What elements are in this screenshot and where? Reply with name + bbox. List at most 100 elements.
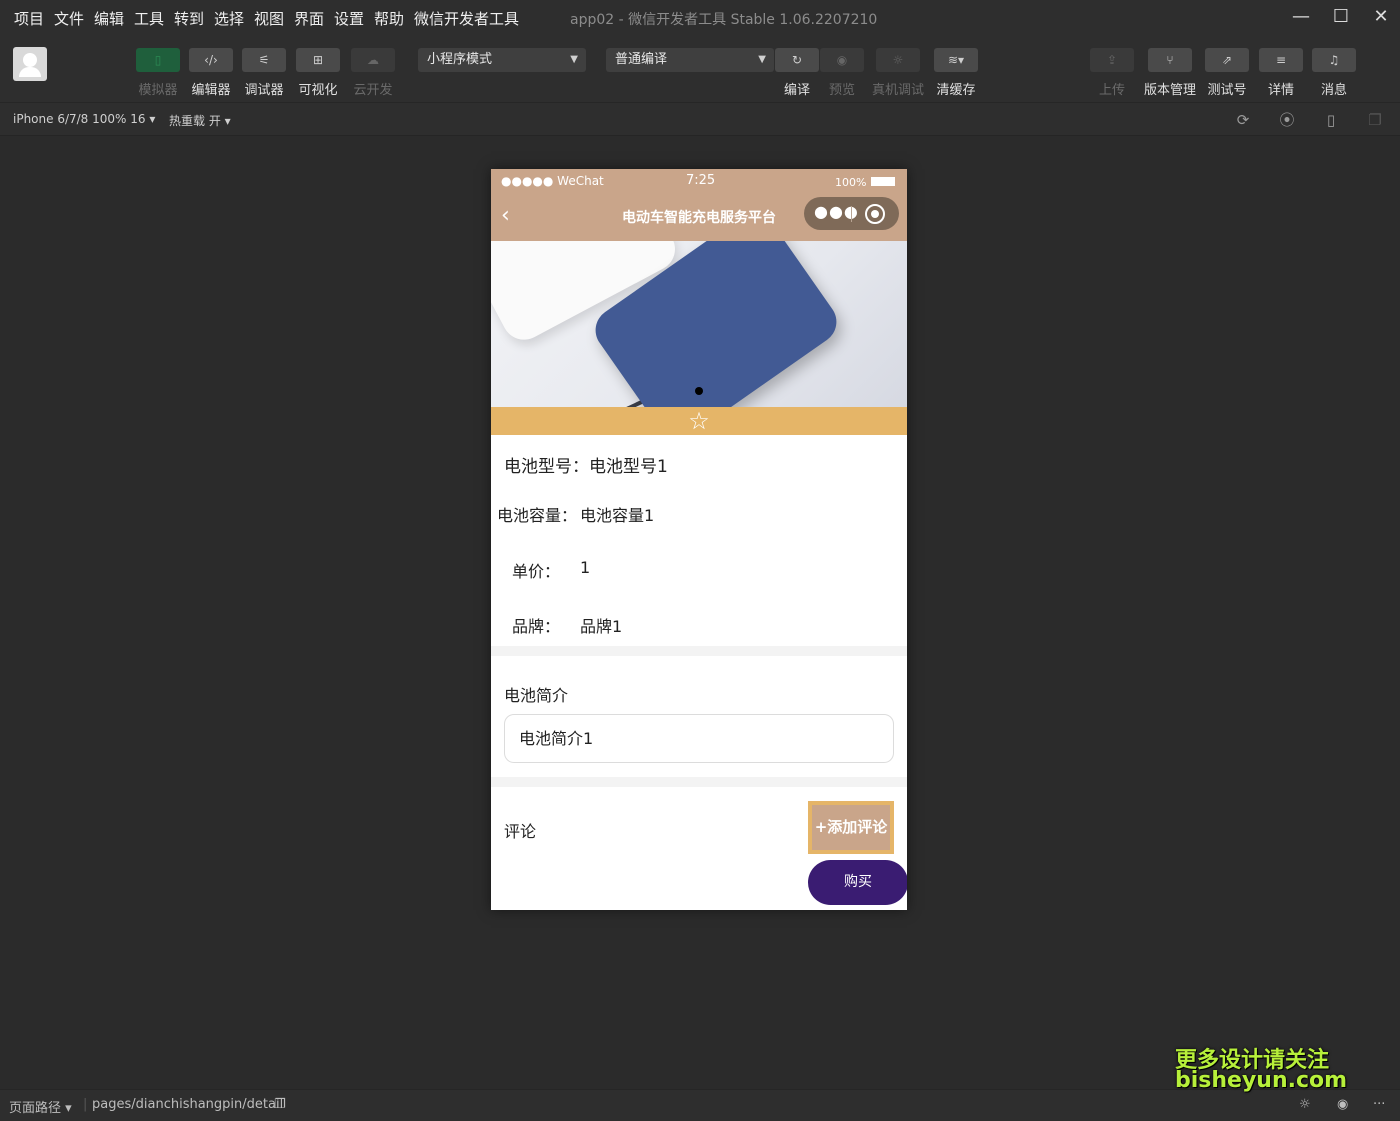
menu-settings[interactable]: 设置	[334, 8, 364, 29]
upload-button[interactable]: ⇪	[1090, 48, 1134, 72]
stop-icon[interactable]: ⦿	[1278, 111, 1296, 129]
product-image-swiper[interactable]	[491, 241, 907, 407]
copy-path-icon[interactable]: ❐	[274, 1097, 286, 1112]
more-icon[interactable]: ●●●	[814, 202, 859, 221]
close-miniprogram-icon[interactable]	[865, 204, 885, 224]
eye-icon: ◉	[836, 53, 848, 67]
code-icon: ‹/›	[204, 53, 218, 67]
chevron-down-icon: ▼	[570, 54, 578, 65]
messages-button[interactable]: ♫	[1312, 48, 1356, 72]
menu-select[interactable]: 选择	[214, 8, 244, 29]
compile-select[interactable]: 普通编译 ▼	[606, 48, 774, 72]
version-label: 版本管理	[1143, 83, 1196, 98]
upload-icon: ⇪	[1106, 53, 1118, 67]
remote-debug-button[interactable]: ☼	[876, 48, 920, 72]
brand-value: 品牌1	[580, 617, 623, 636]
maximize-button[interactable]: ☐	[1329, 6, 1353, 28]
phone-simulator: ●●●●● WeChat 7:25 100% ‹ 电动车智能充电服务平台 ●●●…	[491, 169, 907, 910]
copy-icon[interactable]: ❐	[1366, 111, 1384, 129]
version-button[interactable]: ⑂	[1148, 48, 1192, 72]
compile-button[interactable]: ↻	[775, 48, 819, 72]
bug-icon: ☼	[892, 53, 904, 67]
bell-icon: ♫	[1328, 53, 1340, 67]
menu-help[interactable]: 帮助	[374, 8, 404, 29]
layout-icon: ⊞	[312, 53, 324, 67]
cloud-button[interactable]: ☁	[351, 48, 395, 72]
layers-icon: ≋▾	[947, 53, 965, 67]
battery-model: 电池型号：电池型号1	[504, 452, 668, 477]
menu-project[interactable]: 项目	[14, 8, 44, 29]
debugger-label: 调试器	[244, 83, 284, 98]
battery-icon	[871, 177, 895, 186]
menu-view[interactable]: 视图	[254, 8, 284, 29]
menu-file[interactable]: 文件	[54, 8, 84, 29]
divider: |	[83, 1097, 88, 1112]
rotate-icon[interactable]: ⟳	[1234, 111, 1252, 129]
capsule-menu[interactable]: ●●●	[804, 197, 899, 230]
section-divider	[491, 777, 907, 787]
debugger-button[interactable]: ⚟	[242, 48, 286, 72]
star-icon[interactable]: ☆	[688, 407, 710, 435]
external-link-icon: ⇗	[1221, 53, 1233, 67]
add-comment-button[interactable]: +添加评论	[808, 801, 894, 854]
section-divider	[491, 646, 907, 656]
comment-title: 评论	[504, 822, 537, 841]
chevron-down-icon: ▼	[758, 54, 766, 65]
mode-select[interactable]: 小程序模式 ▼	[418, 48, 586, 72]
upload-label: 上传	[1098, 83, 1125, 98]
remote-debug-label: 真机调试	[871, 83, 924, 98]
preview-label: 预览	[828, 83, 855, 98]
intro-title: 电池简介	[504, 686, 569, 705]
carrier: ●●●●● WeChat	[501, 174, 604, 188]
hot-reload-toggle[interactable]: 热重载 开 ▾	[169, 112, 231, 129]
device-icon[interactable]: ▯	[1322, 111, 1340, 129]
clear-cache-button[interactable]: ≋▾	[934, 48, 978, 72]
compile-select-value: 普通编译	[615, 52, 668, 67]
bug-icon[interactable]: ☼	[1299, 1097, 1311, 1112]
debug-icon: ⚟	[258, 53, 270, 67]
clock: 7:25	[686, 173, 716, 188]
more-icon[interactable]: ···	[1373, 1097, 1385, 1112]
editor-button[interactable]: ‹/›	[189, 48, 233, 72]
capsule-divider	[851, 206, 852, 222]
editor-label: 编辑器	[191, 83, 231, 98]
menu-wechat-devtools[interactable]: 微信开发者工具	[414, 8, 519, 29]
preview-button[interactable]: ◉	[820, 48, 864, 72]
messages-label: 消息	[1320, 83, 1347, 98]
page-path-label[interactable]: 页面路径 ▾	[9, 1097, 72, 1116]
capacity-value: 电池容量1	[580, 506, 655, 525]
minimize-button[interactable]: —	[1289, 6, 1313, 28]
menu-edit[interactable]: 编辑	[94, 8, 124, 29]
price-value: 1	[580, 558, 591, 577]
buy-button[interactable]: 购买	[808, 860, 907, 905]
visual-button[interactable]: ⊞	[296, 48, 340, 72]
menu-bar: 项目 文件 编辑 工具 转到 选择 视图 界面 设置 帮助 微信开发者工具 ap…	[0, 0, 1400, 36]
test-account-label: 测试号	[1207, 83, 1247, 98]
watermark-line2: bisheyun.com	[1175, 1068, 1348, 1093]
test-account-button[interactable]: ⇗	[1205, 48, 1249, 72]
menu-tools[interactable]: 工具	[134, 8, 164, 29]
swiper-indicator[interactable]	[695, 387, 703, 395]
cloud-label: 云开发	[353, 83, 393, 98]
battery-model-label: 电池型号：	[504, 457, 589, 477]
close-button[interactable]: ✕	[1369, 6, 1393, 28]
battery-text: 100%	[835, 176, 867, 189]
nav-bar: ‹ 电动车智能充电服务平台 ●●●	[491, 193, 907, 241]
device-select[interactable]: iPhone 6/7/8 100% 16 ▾	[13, 112, 155, 126]
menu-interface[interactable]: 界面	[294, 8, 324, 29]
price-label: 单价：	[512, 562, 561, 581]
avatar[interactable]	[13, 47, 47, 81]
status-bar: ●●●●● WeChat 7:25 100%	[491, 169, 907, 193]
mode-select-value: 小程序模式	[427, 52, 493, 67]
intro-content: 电池简介1	[504, 714, 894, 763]
details-button[interactable]: ≡	[1259, 48, 1303, 72]
details-label: 详情	[1267, 83, 1294, 98]
eye-icon[interactable]: ◉	[1337, 1097, 1348, 1112]
clear-cache-label: 清缓存	[936, 83, 976, 98]
favorite-bar[interactable]: ☆	[491, 407, 907, 435]
simulator-button[interactable]: ▯	[136, 48, 180, 72]
menu-icon: ≡	[1275, 53, 1287, 67]
visual-label: 可视化	[298, 83, 338, 98]
menu-goto[interactable]: 转到	[174, 8, 204, 29]
brand-label: 品牌：	[512, 617, 561, 636]
